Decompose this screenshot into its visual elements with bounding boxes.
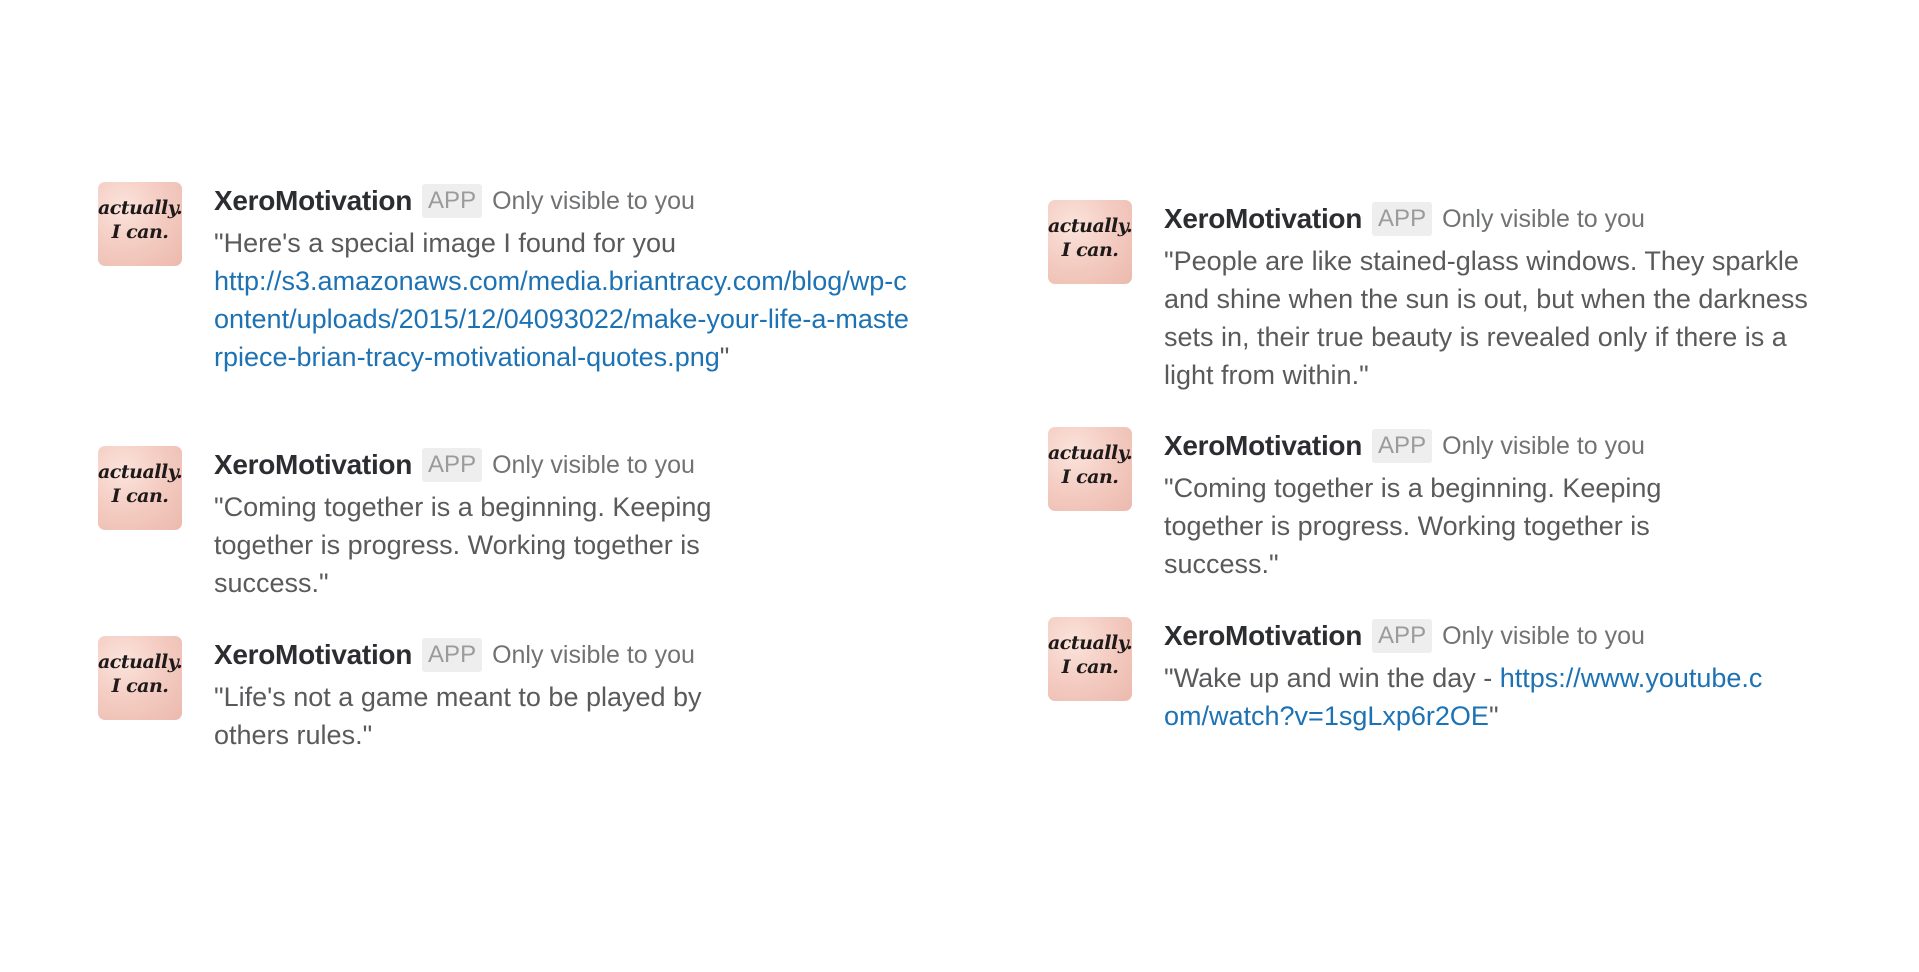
message-header: XeroMotivation APP Only visible to you bbox=[1164, 617, 1864, 655]
message-header: XeroMotivation APP Only visible to you bbox=[1164, 200, 1864, 238]
message-header: XeroMotivation APP Only visible to you bbox=[214, 636, 914, 674]
visibility-label: Only visible to you bbox=[1442, 621, 1645, 650]
message-text: "Coming together is a beginning. Keeping… bbox=[214, 492, 712, 598]
message-body: XeroMotivation APP Only visible to you "… bbox=[214, 182, 914, 376]
sender-name[interactable]: XeroMotivation bbox=[1164, 430, 1362, 462]
sender-name[interactable]: XeroMotivation bbox=[214, 185, 412, 217]
avatar-logo-text: actually. I can. bbox=[98, 651, 182, 697]
sender-name[interactable]: XeroMotivation bbox=[1164, 203, 1362, 235]
app-avatar[interactable]: actually. I can. bbox=[98, 636, 182, 720]
message-header: XeroMotivation APP Only visible to you bbox=[214, 446, 914, 484]
message-body: XeroMotivation APP Only visible to you "… bbox=[1164, 200, 1864, 394]
message-text: "Here's a special image I found for you h… bbox=[214, 224, 914, 376]
message-item: actually. I can. XeroMotivation APP Only … bbox=[98, 636, 914, 754]
message-text: "Life's not a game meant to be played by… bbox=[214, 682, 702, 750]
app-badge: APP bbox=[422, 638, 483, 672]
app-badge: APP bbox=[1372, 619, 1433, 653]
sender-name[interactable]: XeroMotivation bbox=[1164, 620, 1362, 652]
message-body: XeroMotivation APP Only visible to you "… bbox=[214, 446, 914, 602]
app-avatar[interactable]: actually. I can. bbox=[1048, 200, 1132, 284]
app-avatar[interactable]: actually. I can. bbox=[98, 182, 182, 266]
message-text-after: " bbox=[719, 342, 730, 372]
visibility-label: Only visible to you bbox=[1442, 204, 1645, 233]
message-item: actually. I can. XeroMotivation APP Only … bbox=[1048, 617, 1864, 735]
app-badge: APP bbox=[1372, 429, 1433, 463]
message-item: actually. I can. XeroMotivation APP Only … bbox=[98, 446, 914, 602]
app-avatar[interactable]: actually. I can. bbox=[1048, 427, 1132, 511]
message-item: actually. I can. XeroMotivation APP Only … bbox=[1048, 200, 1864, 394]
message-text-before: "Here's a special image I found for you bbox=[214, 228, 676, 258]
visibility-label: Only visible to you bbox=[1442, 431, 1645, 460]
app-badge: APP bbox=[1372, 202, 1433, 236]
app-avatar[interactable]: actually. I can. bbox=[98, 446, 182, 530]
app-badge: APP bbox=[422, 448, 483, 482]
message-link[interactable]: http://s3.amazonaws.com/media.briantracy… bbox=[214, 266, 909, 372]
message-text: "People are like stained-glass windows. … bbox=[1164, 246, 1808, 390]
message-text-before: "Wake up and win the day - bbox=[1164, 663, 1500, 693]
avatar-logo-text: actually. I can. bbox=[1048, 632, 1132, 678]
visibility-label: Only visible to you bbox=[492, 450, 695, 479]
avatar-logo-text: actually. I can. bbox=[98, 197, 182, 243]
sender-name[interactable]: XeroMotivation bbox=[214, 639, 412, 671]
message-body: XeroMotivation APP Only visible to you "… bbox=[1164, 427, 1864, 583]
visibility-label: Only visible to you bbox=[492, 640, 695, 669]
message-item: actually. I can. XeroMotivation APP Only … bbox=[98, 182, 914, 376]
message-text-after: " bbox=[1488, 701, 1499, 731]
message-text: "Wake up and win the day - https://www.y… bbox=[1164, 659, 1764, 735]
message-header: XeroMotivation APP Only visible to you bbox=[1164, 427, 1864, 465]
message-item: actually. I can. XeroMotivation APP Only … bbox=[1048, 427, 1864, 583]
app-avatar[interactable]: actually. I can. bbox=[1048, 617, 1132, 701]
sender-name[interactable]: XeroMotivation bbox=[214, 449, 412, 481]
message-body: XeroMotivation APP Only visible to you "… bbox=[1164, 617, 1864, 735]
avatar-logo-text: actually. I can. bbox=[98, 461, 182, 507]
avatar-logo-text: actually. I can. bbox=[1048, 442, 1132, 488]
avatar-logo-text: actually. I can. bbox=[1048, 215, 1132, 261]
message-body: XeroMotivation APP Only visible to you "… bbox=[214, 636, 914, 754]
visibility-label: Only visible to you bbox=[492, 186, 695, 215]
message-header: XeroMotivation APP Only visible to you bbox=[214, 182, 914, 220]
message-text: "Coming together is a beginning. Keeping… bbox=[1164, 473, 1662, 579]
app-badge: APP bbox=[422, 184, 483, 218]
